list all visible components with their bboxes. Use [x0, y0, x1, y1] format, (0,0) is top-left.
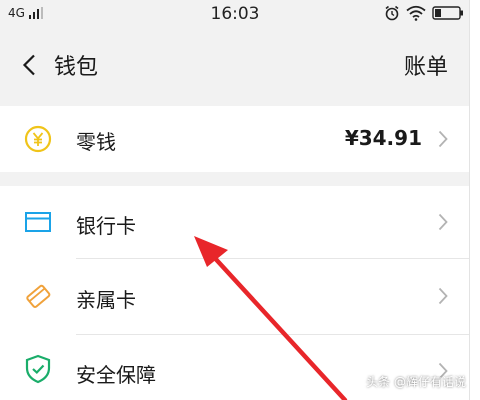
- battery-icon: [432, 6, 463, 20]
- list-item-bank-card[interactable]: 银行卡: [0, 186, 470, 258]
- page-title: 钱包: [54, 55, 99, 80]
- shield-check-icon: [25, 354, 51, 384]
- list-item-label: 银行卡: [76, 214, 136, 238]
- list-item-label: 安全保障: [76, 363, 156, 387]
- chevron-right-icon: [438, 213, 448, 231]
- section-gap: [0, 172, 470, 186]
- back-chevron-icon[interactable]: [22, 54, 36, 76]
- list-item-change[interactable]: 零钱 ¥34.91: [0, 106, 470, 172]
- section-gap: [0, 98, 470, 106]
- list-item-label: 亲属卡: [76, 288, 136, 312]
- wifi-icon: [406, 5, 426, 21]
- list-item-label: 零钱: [76, 130, 116, 154]
- list-item-security[interactable]: 安全保障: [0, 335, 470, 400]
- chevron-right-icon: [438, 287, 448, 305]
- family-card-icon: [26, 284, 51, 308]
- chevron-right-icon: [438, 130, 448, 148]
- bill-button[interactable]: 账单: [404, 49, 448, 81]
- list-item-family-card[interactable]: 亲属卡: [0, 259, 470, 334]
- nav-bar: 钱包 账单: [0, 32, 470, 98]
- alarm-icon: [385, 5, 399, 21]
- status-bar: 4G 16:03: [0, 0, 470, 32]
- bank-card-icon: [25, 212, 51, 232]
- watermark: 头条 @辉仔有话说: [366, 375, 466, 389]
- screen-edge: [469, 0, 480, 400]
- yuan-coin-icon: [24, 125, 52, 153]
- status-icons: [384, 5, 464, 21]
- balance-value: ¥34.91: [344, 126, 422, 150]
